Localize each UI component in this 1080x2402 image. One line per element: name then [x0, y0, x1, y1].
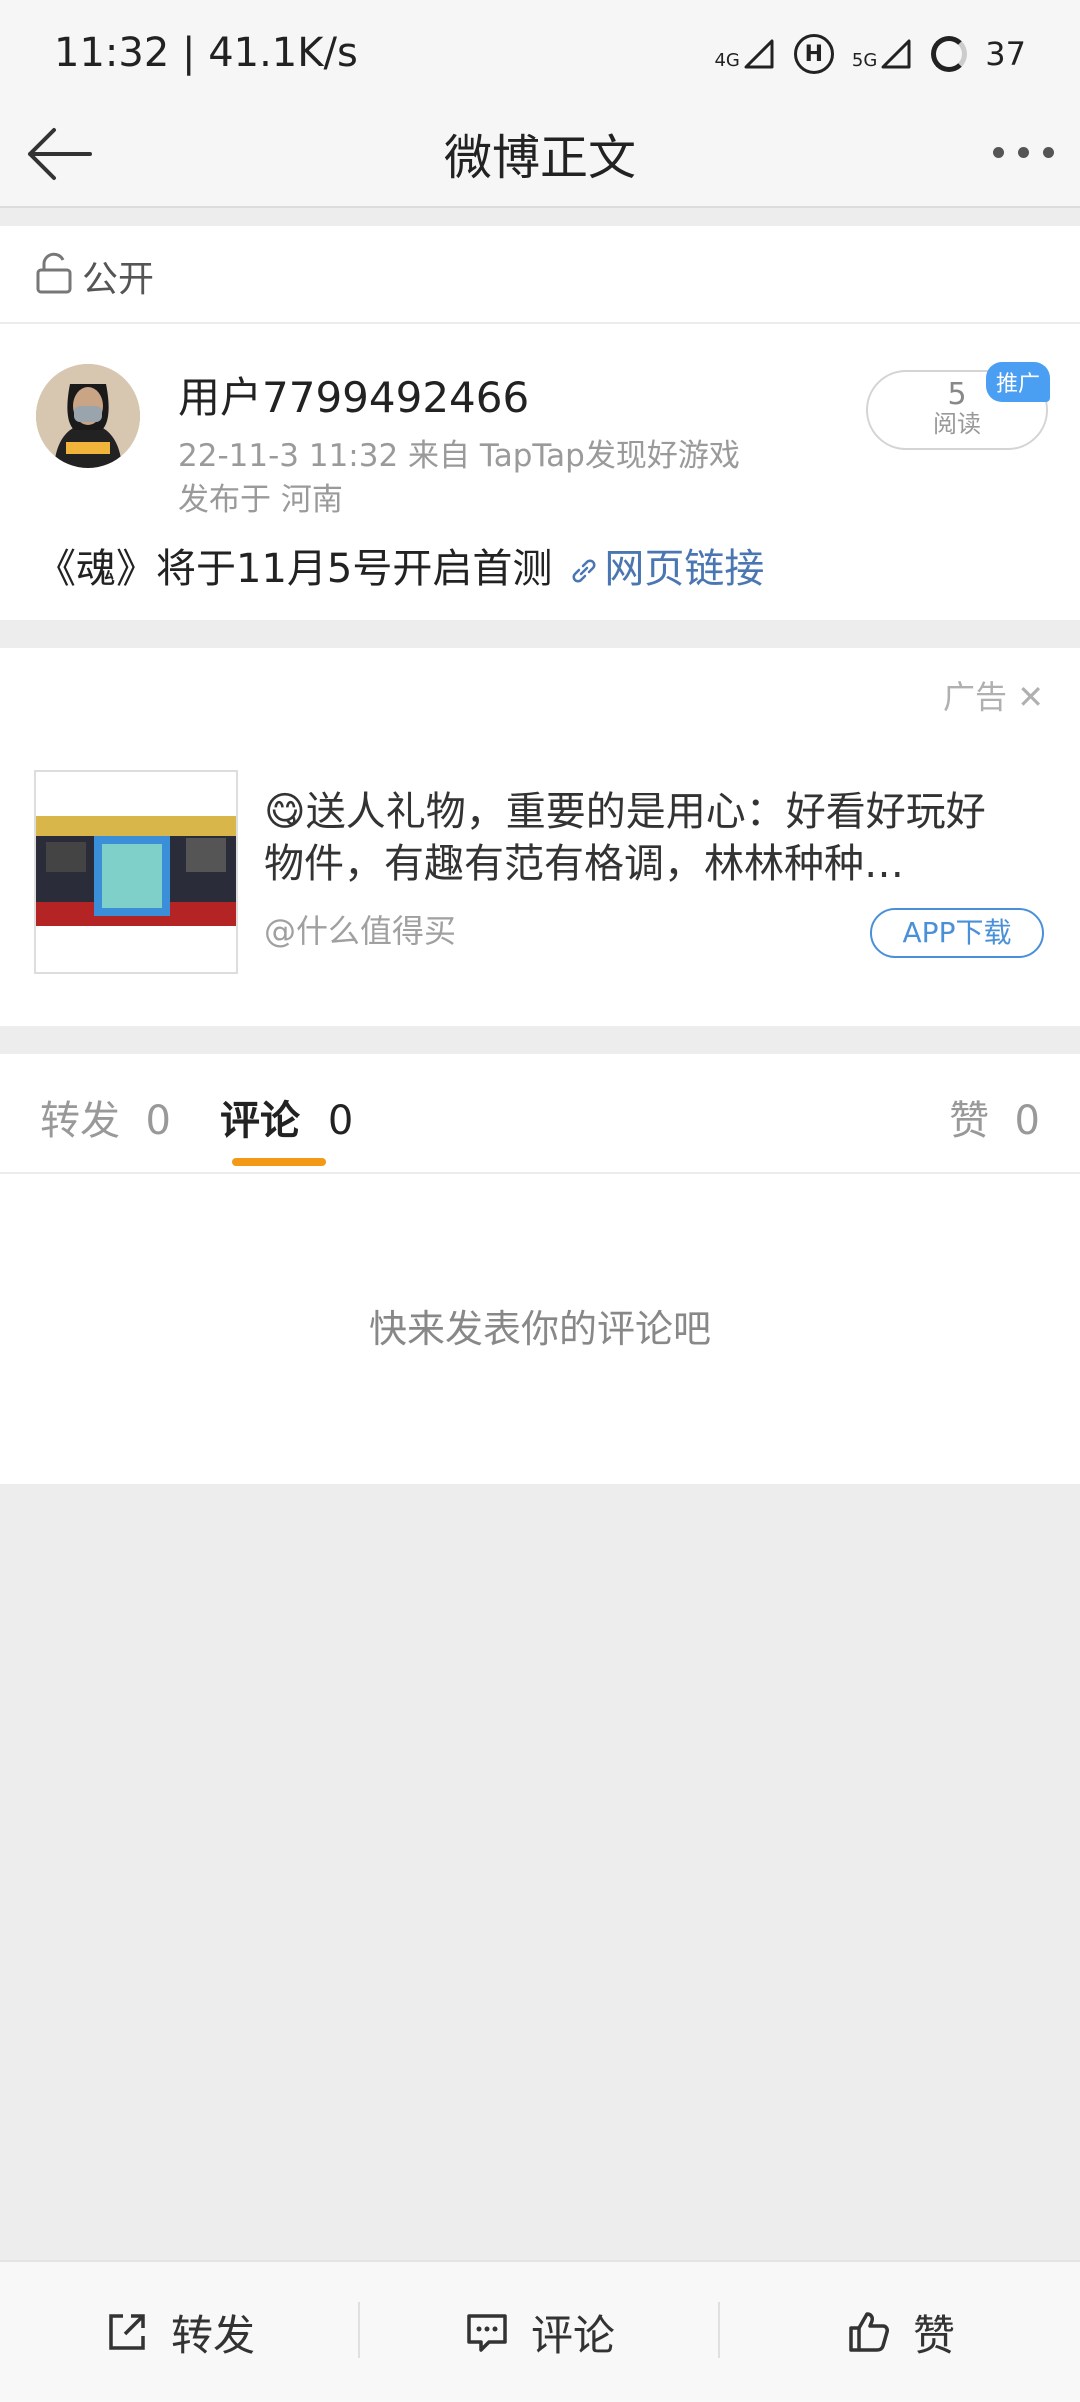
avatar[interactable]	[36, 364, 140, 468]
comment-button[interactable]: 评论	[360, 2262, 718, 2402]
tab-comment[interactable]: 评论 0	[220, 1088, 353, 1146]
repost-label: 转发	[170, 2310, 255, 2360]
like-button[interactable]: 赞	[720, 2262, 1080, 2402]
link-icon	[572, 559, 596, 583]
tab-repost-label: 转发	[40, 1098, 120, 1144]
signal-5g-icon: 5G	[852, 37, 913, 71]
more-button[interactable]	[993, 132, 1054, 172]
nav-bar: 微博正文	[0, 110, 1080, 208]
dot-icon	[1043, 146, 1054, 158]
ad-thumbnail[interactable]	[34, 770, 238, 974]
signal-4g-label: 4G	[714, 50, 740, 71]
post-content: 《魂》将于11月5号开启首测 网页链接	[36, 536, 764, 594]
tab-like-label: 赞	[949, 1098, 990, 1144]
ad-card[interactable]: 广告 ✕ 😋送人礼物，重要的是用心：好看好玩好物件，有趣有范有格调，林林种种… …	[0, 648, 1080, 1026]
comment-label: 评论	[530, 2310, 615, 2360]
hd-icon: H	[793, 34, 834, 74]
battery-icon	[931, 36, 968, 72]
ad-label: 广告	[943, 678, 1008, 716]
interaction-tabs: 转发 0 评论 0 赞 0	[0, 1054, 1080, 1174]
read-label: 阅读	[933, 410, 981, 438]
dot-icon	[1018, 146, 1029, 158]
web-link[interactable]: 网页链接	[604, 546, 764, 592]
visibility-bar: 公开	[0, 226, 1080, 324]
tab-like-count: 0	[1014, 1098, 1040, 1144]
signal-5g-label: 5G	[851, 50, 878, 71]
promo-badge[interactable]: 推广	[986, 362, 1051, 402]
visibility-label: 公开	[82, 259, 155, 300]
ad-label-group[interactable]: 广告 ✕	[943, 672, 1044, 718]
comment-icon	[467, 2314, 507, 2352]
repost-button[interactable]: 转发	[0, 2262, 358, 2402]
ad-source: @什么值得买	[264, 912, 457, 950]
tab-repost[interactable]: 转发 0	[40, 1088, 171, 1146]
thumbs-up-icon	[849, 2312, 889, 2352]
ad-title[interactable]: 😋送人礼物，重要的是用心：好看好玩好物件，有趣有范有格调，林林种种…	[264, 786, 1024, 890]
dot-icon	[993, 146, 1004, 158]
tab-comment-label: 评论	[220, 1098, 300, 1144]
clock: 11:32	[54, 30, 170, 76]
status-icons: 4G H 5G 37	[714, 34, 1026, 74]
post-meta: 22-11-3 11:32 来自 TapTap发现好游戏	[178, 438, 740, 474]
ad-image	[36, 816, 236, 926]
app-download-button[interactable]: APP下载	[870, 908, 1044, 958]
tab-repost-count: 0	[145, 1098, 171, 1144]
status-bar: 11:32 | 41.1K/s 4G H 5G 37	[0, 0, 1080, 110]
close-icon[interactable]: ✕	[1017, 678, 1044, 716]
network-speed: 41.1K/s	[208, 30, 358, 76]
status-time: 11:32 | 41.1K/s	[54, 30, 358, 76]
post-location: 发布于 河南	[178, 482, 343, 518]
active-tab-indicator	[232, 1158, 326, 1166]
avatar-image	[36, 364, 140, 468]
like-label: 赞	[912, 2310, 955, 2360]
tab-comment-count: 0	[327, 1098, 354, 1144]
page-title: 微博正文	[443, 130, 636, 186]
comment-empty-state: 快来发表你的评论吧	[0, 1174, 1080, 1484]
battery-level: 37	[985, 35, 1026, 73]
username[interactable]: 用户7799492466	[178, 364, 529, 425]
signal-4g-icon: 4G	[714, 37, 775, 71]
unlock-icon	[36, 252, 72, 294]
post-card: 用户7799492466 22-11-3 11:32 来自 TapTap发现好游…	[0, 324, 1080, 620]
bottom-action-bar: 转发 评论 赞	[0, 2260, 1080, 2402]
empty-comment-text: 快来发表你的评论吧	[368, 1307, 711, 1351]
share-icon	[109, 2314, 145, 2350]
post-text: 《魂》将于11月5号开启首测	[36, 546, 553, 592]
tab-like[interactable]: 赞 0	[949, 1088, 1040, 1146]
